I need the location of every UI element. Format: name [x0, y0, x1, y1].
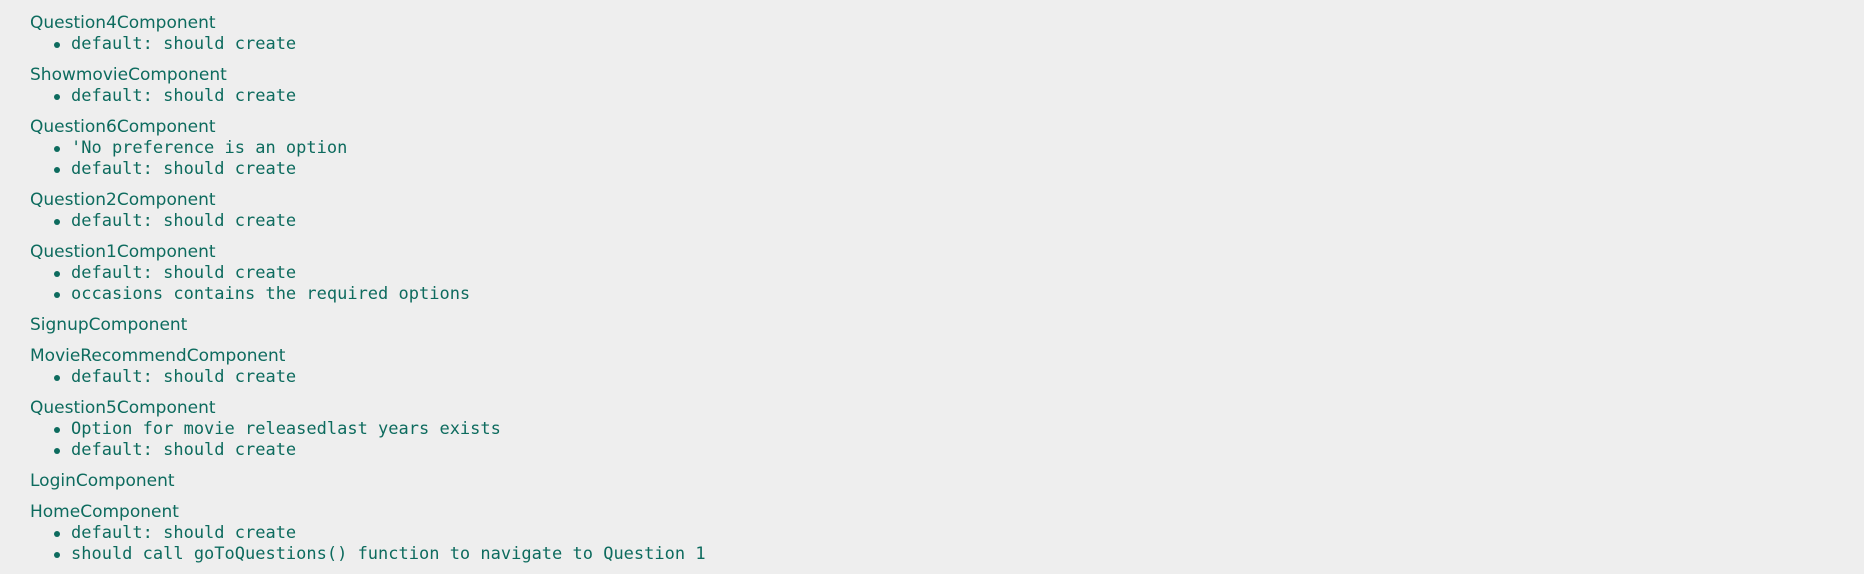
spec-list: default: should create occasions contain… — [30, 263, 1864, 305]
spec-list: default: should create should call goToQ… — [30, 523, 1864, 565]
suite-title-question4[interactable]: Question4Component — [30, 13, 1864, 34]
spec-item[interactable]: default: should create — [54, 86, 1864, 107]
spec-item[interactable]: default: should create — [54, 159, 1864, 180]
spec-label: 'No preference is an option — [71, 138, 348, 158]
spec-label: occasions contains the required options — [71, 284, 471, 304]
spec-label: should call goToQuestions() function to … — [71, 544, 706, 564]
spec-item[interactable]: default: should create — [54, 34, 1864, 55]
suite: SignupComponent — [30, 315, 1864, 336]
spec-label: default: should create — [71, 440, 297, 460]
suite-title-question5[interactable]: Question5Component — [30, 398, 1864, 419]
bullet-icon — [54, 42, 60, 48]
suite: Question2Component default: should creat… — [30, 190, 1864, 232]
suite-title-home[interactable]: HomeComponent — [30, 502, 1864, 523]
spec-label: default: should create — [71, 211, 297, 231]
suite-title-question1[interactable]: Question1Component — [30, 242, 1864, 263]
spec-label: default: should create — [71, 86, 297, 106]
spec-label: default: should create — [71, 159, 297, 179]
spec-list: default: should create — [30, 211, 1864, 232]
suite-title-login[interactable]: LoginComponent — [30, 471, 1864, 492]
spec-label: default: should create — [71, 523, 297, 543]
spec-item[interactable]: default: should create — [54, 211, 1864, 232]
spec-item[interactable]: default: should create — [54, 367, 1864, 388]
bullet-icon — [54, 146, 60, 152]
bullet-icon — [54, 448, 60, 454]
suite: LoginComponent — [30, 471, 1864, 492]
bullet-icon — [54, 94, 60, 100]
bullet-icon — [54, 219, 60, 225]
bullet-icon — [54, 427, 60, 433]
spec-label: Option for movie releasedlast years exis… — [71, 419, 501, 439]
bullet-icon — [54, 531, 60, 537]
spec-label: default: should create — [71, 367, 297, 387]
suite: HomeComponent default: should create sho… — [30, 502, 1864, 565]
suite: Question6Component 'No preference is an … — [30, 117, 1864, 180]
suite: Question5Component Option for movie rele… — [30, 398, 1864, 461]
bullet-icon — [54, 552, 60, 558]
spec-item[interactable]: Option for movie releasedlast years exis… — [54, 419, 1864, 440]
spec-item[interactable]: default: should create — [54, 440, 1864, 461]
spec-label: default: should create — [71, 263, 297, 283]
spec-item[interactable]: default: should create — [54, 263, 1864, 284]
spec-list: 'No preference is an option default: sho… — [30, 138, 1864, 180]
suite-title-question2[interactable]: Question2Component — [30, 190, 1864, 211]
bullet-icon — [54, 167, 60, 173]
spec-item[interactable]: should call goToQuestions() function to … — [54, 544, 1864, 565]
spec-item[interactable]: default: should create — [54, 523, 1864, 544]
suite: ShowmovieComponent default: should creat… — [30, 65, 1864, 107]
bullet-icon — [54, 375, 60, 381]
suite-title-question6[interactable]: Question6Component — [30, 117, 1864, 138]
spec-list: default: should create — [30, 367, 1864, 388]
test-results-report: Question4Component default: should creat… — [0, 0, 1864, 565]
spec-item[interactable]: 'No preference is an option — [54, 138, 1864, 159]
suite: Question4Component default: should creat… — [30, 13, 1864, 55]
spec-list: default: should create — [30, 34, 1864, 55]
bullet-icon — [54, 271, 60, 277]
spec-item[interactable]: occasions contains the required options — [54, 284, 1864, 305]
spec-label: default: should create — [71, 34, 297, 54]
suite-title-signup[interactable]: SignupComponent — [30, 315, 1864, 336]
suite: Question1Component default: should creat… — [30, 242, 1864, 305]
spec-list: default: should create — [30, 86, 1864, 107]
suite-title-movierecommend[interactable]: MovieRecommendComponent — [30, 346, 1864, 367]
bullet-icon — [54, 292, 60, 298]
suite-title-showmovie[interactable]: ShowmovieComponent — [30, 65, 1864, 86]
suite: MovieRecommendComponent default: should … — [30, 346, 1864, 388]
spec-list: Option for movie releasedlast years exis… — [30, 419, 1864, 461]
